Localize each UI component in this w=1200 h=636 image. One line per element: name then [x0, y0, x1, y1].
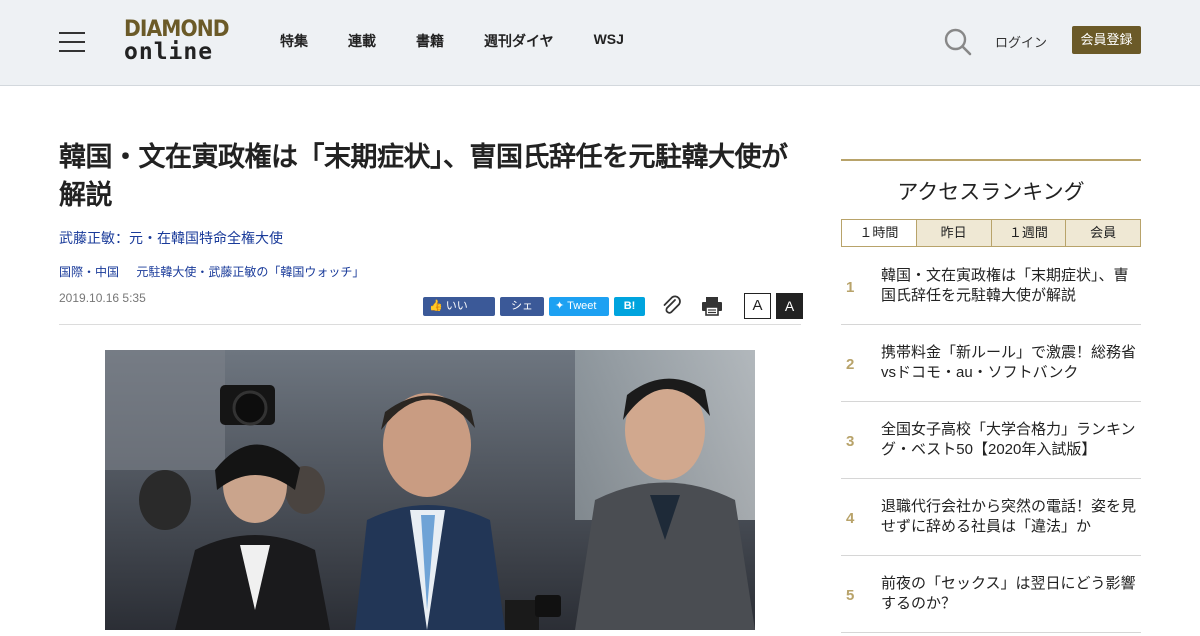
article-author[interactable]: 武藤正敏：元・在韓国特命全権大使 — [59, 228, 283, 248]
tag-category[interactable]: 国際・中国 — [59, 265, 119, 279]
font-size-large-button[interactable]: A — [776, 293, 803, 319]
rank-article-title[interactable]: 韓国・文在寅政権は「末期症状」、曺国氏辞任を元駐韓大使が解説 — [881, 266, 1141, 306]
rank-article-title[interactable]: 全国女子高校「大学合格力」ランキング・ベスト50【2020年入試版】 — [881, 420, 1141, 460]
article-divider — [59, 324, 801, 325]
share-toolbar: 👍 いいね！ シェア ✦ Tweet B! A A — [423, 293, 803, 331]
register-button[interactable]: 会員登録 — [1072, 26, 1141, 54]
site-header: DIAMOND online 特集 連載 書籍 週刊ダイヤ WSJ ログイン 会… — [0, 0, 1200, 86]
ranking-item[interactable]: 1 韓国・文在寅政権は「末期症状」、曺国氏辞任を元駐韓大使が解説 — [841, 248, 1141, 325]
font-size-normal-button[interactable]: A — [744, 293, 771, 319]
article-title: 韓国・文在寅政権は「末期症状」、曺国氏辞任を元駐韓大使が解説 — [59, 142, 788, 211]
search-icon[interactable] — [943, 27, 973, 57]
tweet-label: Tweet — [567, 299, 597, 312]
paperclip-icon[interactable] — [661, 295, 683, 317]
article-photo — [105, 350, 755, 630]
tab-members[interactable]: 会員 — [1065, 220, 1140, 246]
nav-item-weekly-diamond[interactable]: 週刊ダイヤ — [484, 31, 554, 51]
rank-article-title[interactable]: 退職代行会社から突然の電話！姿を見せずに辞める社員は「違法」か — [881, 497, 1141, 537]
nav-item-wsj[interactable]: WSJ — [594, 31, 624, 51]
rank-number: 3 — [846, 433, 855, 450]
ranking-list: 1 韓国・文在寅政権は「末期症状」、曺国氏辞任を元駐韓大使が解説 2 携帯料金「… — [841, 248, 1141, 633]
rank-number: 4 — [846, 510, 855, 527]
twitter-bird-icon: ✦ — [555, 299, 565, 312]
ranking-item[interactable]: 3 全国女子高校「大学合格力」ランキング・ベスト50【2020年入試版】 — [841, 402, 1141, 479]
hatena-bookmark-button[interactable]: B! — [614, 296, 645, 316]
ranking-title: アクセスランキング — [897, 181, 1085, 204]
logo-top-text: DIAMOND — [124, 17, 230, 42]
ranking-top-rule — [841, 159, 1141, 161]
tab-yesterday[interactable]: 昨日 — [915, 220, 991, 246]
nav-item-books[interactable]: 書籍 — [416, 31, 444, 51]
diamond-online-logo[interactable]: DIAMOND online — [124, 17, 230, 65]
facebook-share-button[interactable]: シェア — [500, 296, 544, 331]
rank-number: 1 — [846, 279, 855, 296]
tab-1-hour[interactable]: １時間 — [842, 220, 916, 246]
main-nav: 特集 連載 書籍 週刊ダイヤ WSJ — [280, 31, 664, 51]
facebook-like-button[interactable]: 👍 いいね！ — [423, 296, 495, 331]
article-tags: 国際・中国 元駐韓大使・武藤正敏の「韓国ウォッチ」 — [59, 263, 378, 280]
ranking-item[interactable]: 4 退職代行会社から突然の電話！姿を見せずに辞める社員は「違法」か — [841, 479, 1141, 556]
tag-series[interactable]: 元駐韓大使・武藤正敏の「韓国ウォッチ」 — [136, 265, 364, 279]
thumbs-up-icon: 👍 — [429, 299, 443, 312]
publish-date: 2019.10.16 5:35 — [59, 291, 146, 305]
rank-number: 2 — [846, 356, 855, 373]
nav-item-series[interactable]: 連載 — [348, 31, 376, 51]
ranking-item[interactable]: 2 携帯料金「新ルール」で激震！総務省vsドコモ・au・ソフトバンク — [841, 325, 1141, 402]
tweet-button[interactable]: ✦ Tweet — [549, 296, 609, 316]
rank-number: 5 — [846, 587, 855, 604]
hamburger-menu-icon[interactable] — [59, 32, 85, 52]
login-link[interactable]: ログイン — [995, 32, 1047, 51]
ranking-tabs: １時間 昨日 １週間 会員 — [841, 219, 1141, 247]
nav-item-special[interactable]: 特集 — [280, 31, 308, 51]
rank-article-title[interactable]: 携帯料金「新ルール」で激震！総務省vsドコモ・au・ソフトバンク — [881, 343, 1141, 383]
ranking-item[interactable]: 5 前夜の「セックス」は翌日にどう影響するのか？ — [841, 556, 1141, 633]
logo-bottom-text: online — [124, 39, 214, 65]
rank-article-title[interactable]: 前夜の「セックス」は翌日にどう影響するのか？ — [881, 574, 1141, 614]
print-icon[interactable] — [701, 295, 723, 317]
tab-1-week[interactable]: １週間 — [990, 220, 1066, 246]
